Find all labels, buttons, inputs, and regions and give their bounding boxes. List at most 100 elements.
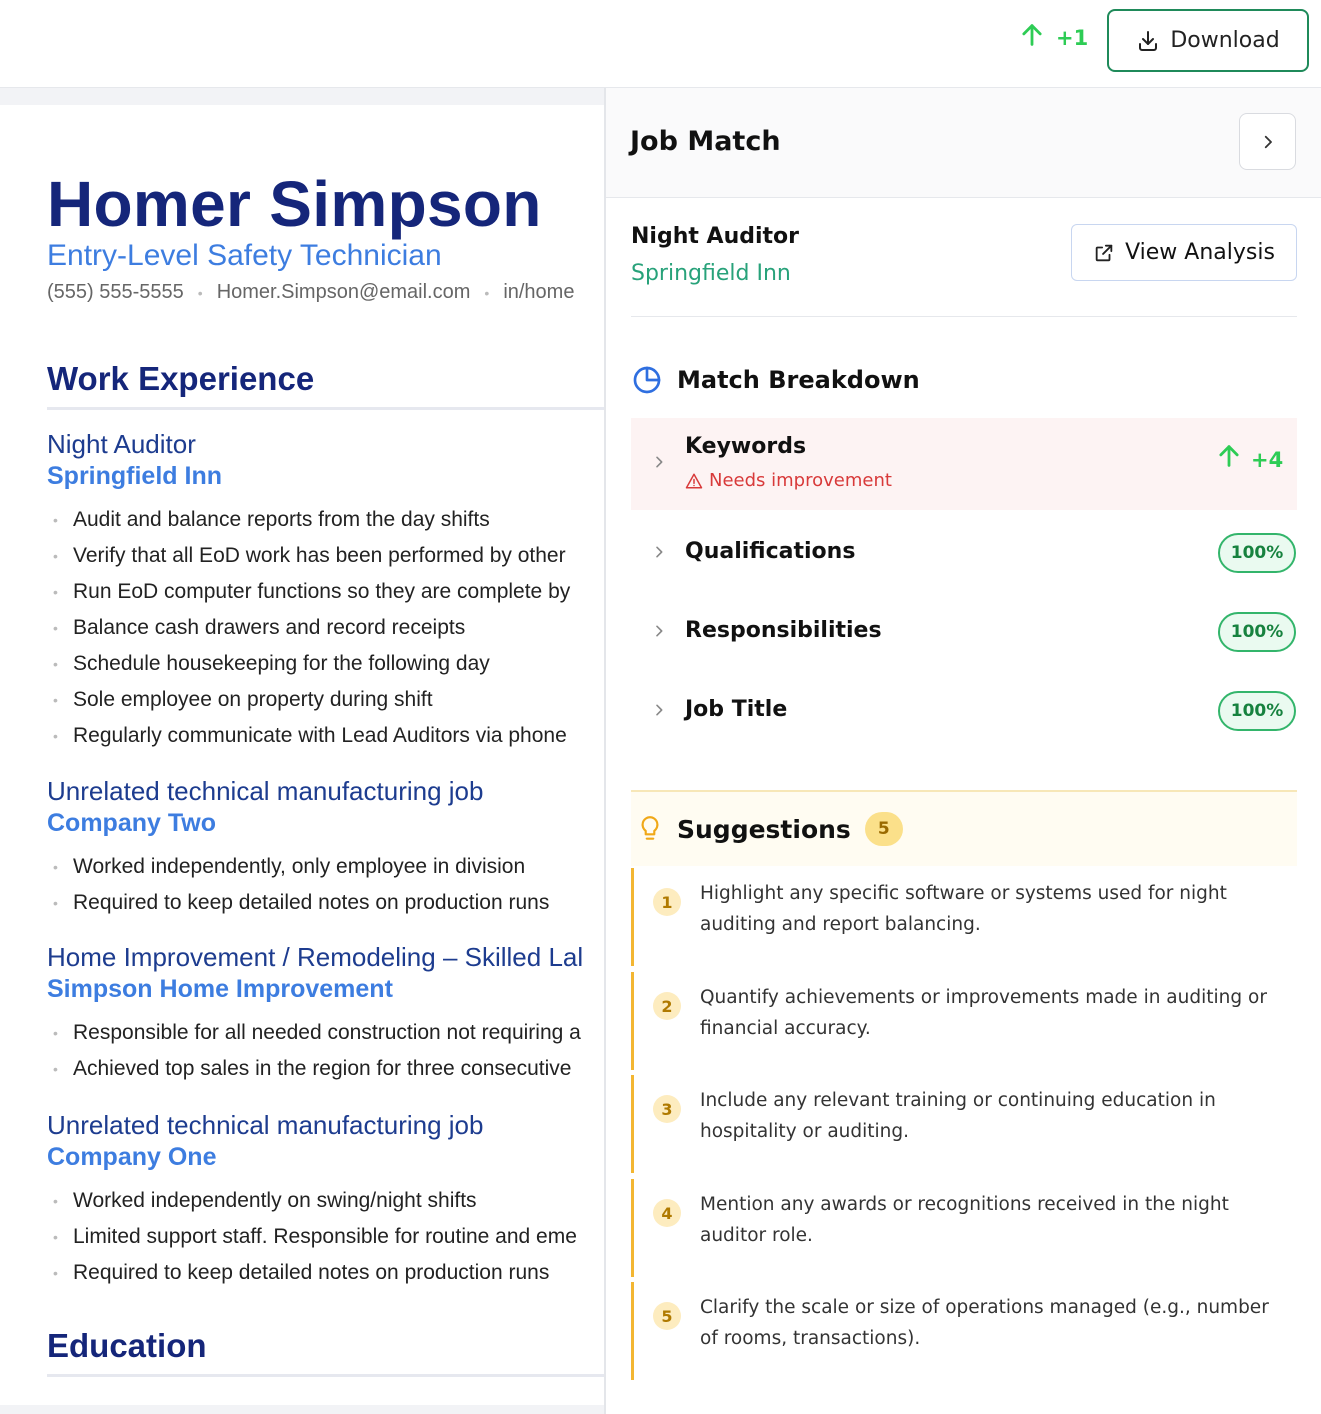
breakdown-row-job-title[interactable]: Job Title 100% [631, 666, 1297, 758]
contact-linkedin: in/home [503, 281, 575, 303]
job-title: Night Auditor [47, 429, 196, 459]
job-title: Home Improvement / Remodeling – Skilled … [47, 942, 584, 972]
job-company: Springfield Inn [631, 261, 791, 286]
breakdown-row-keywords[interactable]: Keywords Needs improvement +4 [631, 418, 1297, 510]
bullet-item: Worked independently on swing/night shif… [47, 1183, 604, 1219]
job-bullets: Audit and balance reports from the day s… [47, 502, 604, 754]
job-role: Night Auditor [631, 224, 799, 249]
suggestion-item: 5 Clarify the scale or size of operation… [631, 1282, 1297, 1380]
bullet-item: Required to keep detailed notes on produ… [47, 885, 604, 921]
resume-page: Homer Simpson Entry-Level Safety Technic… [0, 105, 604, 1405]
divider [631, 316, 1297, 317]
suggestion-item: 4 Mention any awards or recognitions rec… [631, 1179, 1297, 1277]
top-bar: +1 Download [0, 0, 1321, 88]
bullet-item: Sole employee on property during shift [47, 682, 604, 718]
download-icon [1139, 30, 1158, 51]
suggestion-item: 1 Highlight any specific software or sys… [631, 868, 1297, 966]
bullet-item: Limited support staff. Responsible for r… [47, 1219, 604, 1255]
bullet-item: Audit and balance reports from the day s… [47, 502, 604, 538]
external-link-icon [1095, 244, 1113, 261]
resume-contact: (555) 555-5555 • Homer.Simpson@email.com… [47, 281, 574, 304]
suggestions-title: Suggestions [677, 814, 851, 844]
suggestion-number: 2 [653, 992, 681, 1020]
percent-badge: 100% [1218, 533, 1296, 573]
panel-header: Job Match [606, 88, 1321, 198]
breakdown-label: Responsibilities [685, 618, 882, 643]
status-text: Needs improvement [709, 470, 892, 491]
job-entry: Unrelated technical manufacturing job Co… [47, 1109, 604, 1291]
bullet-item: Schedule housekeeping for the following … [47, 646, 604, 682]
job-entry: Night Auditor Springfield Inn Audit and … [47, 428, 604, 754]
download-label: Download [1170, 28, 1280, 53]
job-title: Unrelated technical manufacturing job [47, 776, 484, 806]
suggestion-text: Mention any awards or recognitions recei… [700, 1194, 1229, 1246]
suggestion-number: 3 [653, 1095, 681, 1123]
keywords-delta: +4 [1215, 440, 1283, 472]
job-bullets: Responsible for all needed construction … [47, 1015, 604, 1087]
arrow-up-icon [1022, 24, 1042, 46]
suggestion-item: 2 Quantify achievements or improvements … [631, 972, 1297, 1070]
job-company: Company One [47, 1143, 217, 1171]
resume-name: Homer Simpson [47, 168, 542, 240]
needs-improvement-status: Needs improvement [685, 470, 892, 491]
arrow-up-icon [1219, 445, 1239, 467]
job-title: Unrelated technical manufacturing job [47, 1110, 484, 1140]
suggestion-number: 5 [653, 1302, 681, 1330]
job-bullets: Worked independently, only employee in d… [47, 849, 604, 921]
bullet-item: Achieved top sales in the region for thr… [47, 1051, 604, 1087]
job-company: Company Two [47, 809, 216, 837]
view-analysis-button[interactable]: View Analysis [1071, 224, 1297, 281]
score-delta: +1 [1018, 20, 1088, 50]
contact-email: Homer.Simpson@email.com [216, 281, 471, 303]
suggestions-header: Suggestions 5 [631, 790, 1297, 866]
job-bullets: Worked independently on swing/night shif… [47, 1183, 604, 1291]
breakdown-label: Keywords [685, 434, 807, 459]
warning-icon [685, 473, 703, 488]
resume-headline: Entry-Level Safety Technician [47, 239, 442, 272]
collapse-panel-button[interactable] [1239, 113, 1296, 170]
job-company: Simpson Home Improvement [47, 975, 393, 1003]
chevron-right-icon [1264, 135, 1272, 148]
suggestion-number: 4 [653, 1199, 681, 1227]
bullet-item: Responsible for all needed construction … [47, 1015, 604, 1051]
suggestion-text: Highlight any specific software or syste… [700, 883, 1227, 935]
suggestion-text: Clarify the scale or size of operations … [700, 1297, 1269, 1349]
suggestion-number: 1 [653, 888, 681, 916]
suggestion-text: Include any relevant training or continu… [700, 1090, 1216, 1142]
lightbulb-icon [641, 816, 659, 840]
job-match-panel: Job Match Night Auditor Springfield Inn … [604, 88, 1321, 1414]
suggestions-count-badge: 5 [864, 812, 903, 846]
panel-title: Job Match [630, 126, 781, 157]
education-heading: Education [47, 1327, 207, 1364]
view-analysis-label: View Analysis [1125, 240, 1275, 265]
chevron-right-icon [656, 546, 663, 558]
bullet-item: Regularly communicate with Lead Auditors… [47, 718, 604, 754]
download-button[interactable]: Download [1107, 9, 1309, 72]
breakdown-label: Job Title [685, 697, 788, 722]
resume-preview: Homer Simpson Entry-Level Safety Technic… [0, 88, 604, 1414]
job-entry: Unrelated technical manufacturing job Co… [47, 775, 604, 921]
bullet-item: Required to keep detailed notes on produ… [47, 1255, 604, 1291]
job-entry: Home Improvement / Remodeling – Skilled … [47, 941, 604, 1087]
chevron-right-icon [656, 625, 663, 637]
chevron-right-icon [656, 704, 663, 716]
separator-dot: • [484, 284, 490, 301]
keywords-delta-value: +4 [1251, 448, 1284, 472]
bullet-item: Worked independently, only employee in d… [47, 849, 604, 885]
chevron-right-icon [656, 456, 663, 468]
job-company: Springfield Inn [47, 462, 222, 490]
section-divider [47, 1374, 604, 1377]
work-experience-heading: Work Experience [47, 360, 315, 397]
bullet-item: Verify that all EoD work has been perfor… [47, 538, 604, 574]
suggestion-item: 3 Include any relevant training or conti… [631, 1075, 1297, 1173]
separator-dot: • [197, 284, 203, 301]
section-divider [47, 407, 604, 410]
score-delta-value: +1 [1056, 26, 1089, 50]
breakdown-label: Qualifications [685, 539, 856, 564]
match-breakdown-header: Match Breakdown [631, 364, 920, 396]
pie-chart-icon [633, 366, 661, 394]
percent-badge: 100% [1218, 612, 1296, 652]
bullet-item: Run EoD computer functions so they are c… [47, 574, 604, 610]
percent-badge: 100% [1218, 691, 1296, 731]
match-breakdown-title: Match Breakdown [677, 366, 920, 394]
